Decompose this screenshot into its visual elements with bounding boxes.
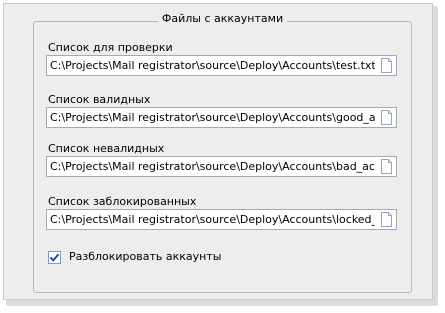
locked-list-field bbox=[46, 209, 397, 230]
file-icon[interactable] bbox=[380, 110, 393, 125]
checkmark-icon bbox=[49, 253, 60, 262]
valid-list-label: Список валидных bbox=[48, 93, 151, 106]
invalid-list-input[interactable] bbox=[47, 157, 375, 176]
unlock-accounts-label: Разблокировать аккаунты bbox=[69, 250, 222, 263]
check-list-field bbox=[46, 55, 397, 76]
check-list-input[interactable] bbox=[47, 56, 375, 75]
settings-panel: Файлы с аккаунтами Список для проверки С… bbox=[3, 3, 433, 300]
groupbox-title: Файлы с аккаунтами bbox=[157, 11, 288, 27]
valid-list-input[interactable] bbox=[47, 108, 375, 127]
file-icon[interactable] bbox=[380, 58, 393, 73]
file-icon[interactable] bbox=[380, 159, 393, 174]
check-list-label: Список для проверки bbox=[48, 41, 173, 54]
valid-list-field bbox=[46, 107, 397, 128]
unlock-accounts-checkbox[interactable] bbox=[48, 250, 61, 264]
locked-list-label: Список заблокированных bbox=[48, 195, 197, 208]
invalid-list-field bbox=[46, 156, 397, 177]
groupbox-title-wrap: Файлы с аккаунтами bbox=[4, 11, 441, 27]
file-icon[interactable] bbox=[380, 212, 393, 227]
unlock-accounts-row[interactable]: Разблокировать аккаунты bbox=[48, 249, 221, 265]
invalid-list-label: Список невалидных bbox=[48, 142, 165, 155]
locked-list-input[interactable] bbox=[47, 210, 375, 229]
